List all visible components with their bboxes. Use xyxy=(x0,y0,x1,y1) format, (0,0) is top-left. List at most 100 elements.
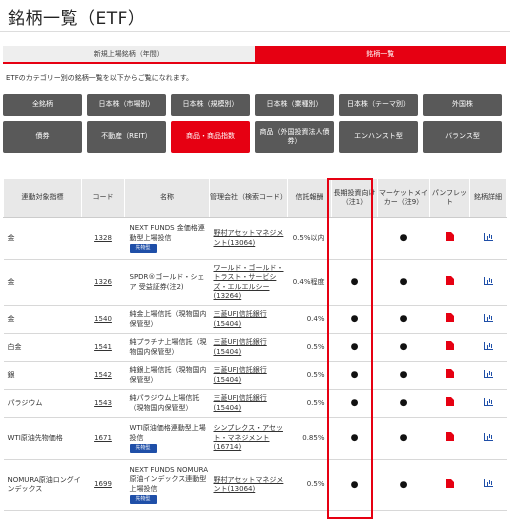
pdf-icon[interactable] xyxy=(445,369,454,379)
row-name: 純金上場信託（現物国内保管型） xyxy=(129,310,207,328)
row-fee: 0.4%程度 xyxy=(292,277,325,286)
chart-icon[interactable] xyxy=(483,479,493,488)
etf-table: 連動対象指標 コード 名称 管理会社（検索コード） 信託報酬 長期投資向け（注1… xyxy=(3,178,507,511)
row-name: NEXT FUNDS NOMURA原油インデックス連動型上場投信 xyxy=(129,465,209,493)
category-jp-sector-button[interactable]: 日本株（業種別） xyxy=(255,94,334,116)
row-name: 純プラチナ上場信託（現物国内保管型） xyxy=(129,338,207,356)
header-fee: 信託報酬 xyxy=(287,178,332,218)
table-row: 金 1326 SPDR®ゴールド・シェア 受益証券(注2) ワールド・ゴールド・トラス… xyxy=(3,259,507,306)
category-balanced-button[interactable]: バランス型 xyxy=(423,121,502,153)
header-index: 連動対象指標 xyxy=(3,178,82,218)
long-term-dot: ● xyxy=(350,479,359,490)
chart-icon[interactable] xyxy=(483,397,493,406)
table-row: パラジウム 1543 純パラジウム上場信託（現物国内保管型） 三菱UFJ信託銀行(15… xyxy=(3,389,507,418)
market-maker-dot: ● xyxy=(399,479,408,490)
category-buttons: 全銘柄 日本株（市場別） 日本株（規模別） 日本株（業種別） 日本株（テーマ別）… xyxy=(3,94,506,158)
row-fee: 0.5% xyxy=(306,342,325,351)
row-code-link[interactable]: 1671 xyxy=(94,434,112,442)
row-index: 白金 xyxy=(7,342,22,351)
long-term-dot: ● xyxy=(350,370,359,381)
header-manager: 管理会社（検索コード） xyxy=(209,178,288,218)
category-foreign-stock-button[interactable]: 外国株 xyxy=(423,94,502,116)
market-maker-dot: ● xyxy=(399,342,408,353)
row-index: NOMURA原油ロングインデックス xyxy=(7,475,81,493)
table-row: WTI原油先物価格 1671 WTI原油価格連動型上場投信先物型 シンプレクス・アセッ… xyxy=(3,417,507,460)
long-term-dot: ● xyxy=(350,277,359,288)
row-fee: 0.5%以内 xyxy=(292,233,325,242)
row-code-link[interactable]: 1699 xyxy=(94,480,112,488)
header-name: 名称 xyxy=(124,178,210,218)
row-name: 純銀上場信託（現物国内保管型） xyxy=(129,366,207,384)
category-bond-button[interactable]: 債券 xyxy=(3,121,82,153)
chart-icon[interactable] xyxy=(483,341,493,350)
table-header-row: 連動対象指標 コード 名称 管理会社（検索コード） 信託報酬 長期投資向け（注1… xyxy=(3,178,507,218)
row-manager-link[interactable]: ワールド・ゴールド・トラスト・サービシズ・エルエルシー(13264) xyxy=(214,264,284,300)
row-name: NEXT FUNDS 金価格連動型上場投信 xyxy=(129,224,205,242)
market-maker-dot: ● xyxy=(399,314,408,325)
row-manager-link[interactable]: シンプレクス・アセット・マネジメント(16714) xyxy=(214,424,283,451)
row-name: 純パラジウム上場信託（現物国内保管型） xyxy=(129,394,200,412)
category-commodity-button[interactable]: 商品・商品指数 xyxy=(171,121,250,153)
row-index: 金 xyxy=(7,233,15,242)
category-jp-theme-button[interactable]: 日本株（テーマ別） xyxy=(339,94,418,116)
row-code-link[interactable]: 1543 xyxy=(94,399,112,407)
row-index: WTI原油先物価格 xyxy=(7,433,63,442)
header-pamphlet: パンフレット xyxy=(429,178,470,218)
pdf-icon[interactable] xyxy=(445,432,454,442)
table-row: 金 1328 NEXT FUNDS 金価格連動型上場投信先物型 野村アセットマネジメン… xyxy=(3,217,507,260)
category-jp-size-button[interactable]: 日本株（規模別） xyxy=(171,94,250,116)
chart-icon[interactable] xyxy=(483,313,493,322)
header-long-term: 長期投資向け（注1） xyxy=(331,178,378,218)
market-maker-dot: ● xyxy=(399,398,408,409)
category-reit-button[interactable]: 不動産（REIT） xyxy=(87,121,166,153)
row-manager-link[interactable]: 三菱UFJ信託銀行(15404) xyxy=(214,366,267,383)
futures-badge: 先物型 xyxy=(129,244,157,253)
market-maker-dot: ● xyxy=(399,277,408,288)
pdf-icon[interactable] xyxy=(445,397,454,407)
category-commodity-foreign-button[interactable]: 商品（外国投資法人債券） xyxy=(255,121,334,153)
row-code-link[interactable]: 1328 xyxy=(94,234,112,242)
row-code-link[interactable]: 1541 xyxy=(94,343,112,351)
header-market-maker: マーケットメイカー（注9） xyxy=(377,178,430,218)
pdf-icon[interactable] xyxy=(445,478,454,488)
row-manager-link[interactable]: 三菱UFJ信託銀行(15404) xyxy=(214,310,267,327)
pdf-icon[interactable] xyxy=(445,313,454,323)
futures-badge: 先物型 xyxy=(129,444,157,453)
intro-text: ETFのカテゴリー別の銘柄一覧を以下からご覧になれます。 xyxy=(6,74,194,82)
chart-icon[interactable] xyxy=(483,276,493,285)
page-title: 銘柄一覧（ETF） xyxy=(8,9,146,29)
category-enhanced-button[interactable]: エンハンスト型 xyxy=(339,121,418,153)
title-divider xyxy=(0,31,510,32)
row-code-link[interactable]: 1542 xyxy=(94,371,112,379)
row-code-link[interactable]: 1540 xyxy=(94,315,112,323)
row-manager-link[interactable]: 野村アセットマネジメント(13064) xyxy=(214,229,284,246)
tab-etf-list[interactable]: 銘柄一覧 xyxy=(254,46,506,62)
row-index: 銀 xyxy=(7,370,15,379)
row-fee: 0.5% xyxy=(306,370,325,379)
market-maker-dot: ● xyxy=(399,233,408,244)
pdf-icon[interactable] xyxy=(445,276,454,286)
long-term-dot: ● xyxy=(350,314,359,325)
category-jp-market-button[interactable]: 日本株（市場別） xyxy=(87,94,166,116)
chart-icon[interactable] xyxy=(483,432,493,441)
category-all-button[interactable]: 全銘柄 xyxy=(3,94,82,116)
row-manager-link[interactable]: 野村アセットマネジメント(13064) xyxy=(214,476,284,493)
row-manager-link[interactable]: 三菱UFJ信託銀行(15404) xyxy=(214,394,267,411)
row-index: 金 xyxy=(7,277,15,286)
table-row: NOMURA原油ロングインデックス 1699 NEXT FUNDS NOMURA原油… xyxy=(3,459,507,511)
pdf-icon[interactable] xyxy=(445,232,454,242)
market-maker-dot: ● xyxy=(399,433,408,444)
row-manager-link[interactable]: 三菱UFJ信託銀行(15404) xyxy=(214,338,267,355)
row-code-link[interactable]: 1326 xyxy=(94,278,112,286)
chart-icon[interactable] xyxy=(483,232,493,241)
row-index: 金 xyxy=(7,314,15,323)
chart-icon[interactable] xyxy=(483,369,493,378)
pdf-icon[interactable] xyxy=(445,341,454,351)
row-fee: 0.5% xyxy=(306,480,325,489)
table-row: 白金 1541 純プラチナ上場信託（現物国内保管型） 三菱UFJ信託銀行(15404)… xyxy=(3,333,507,362)
tab-bar: 新規上場銘柄（年間） 銘柄一覧 xyxy=(3,46,506,64)
header-code: コード xyxy=(81,178,125,218)
tab-new-listings[interactable]: 新規上場銘柄（年間） xyxy=(3,46,255,62)
row-name: SPDR®ゴールド・シェア 受益証券(注2) xyxy=(129,273,205,291)
row-name: WTI原油価格連動型上場投信 xyxy=(129,424,206,442)
